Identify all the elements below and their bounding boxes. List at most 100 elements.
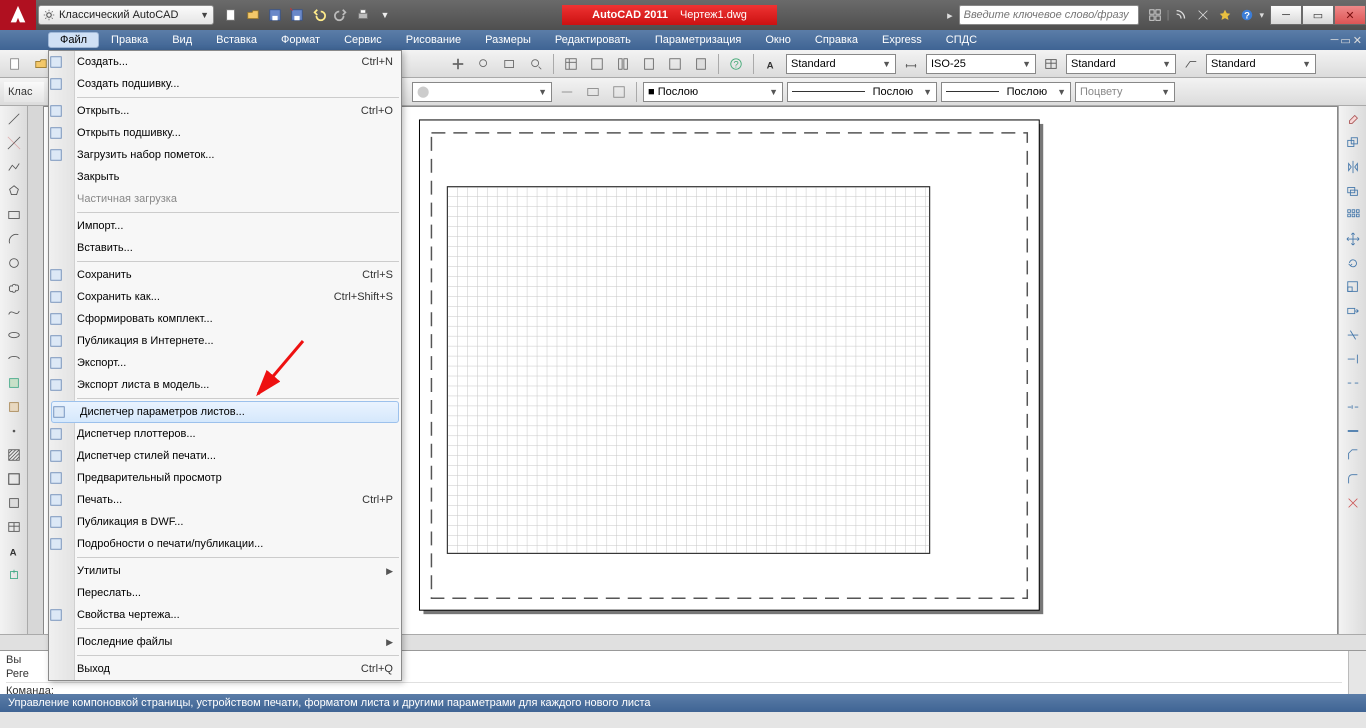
chamfer-tool[interactable] xyxy=(1342,444,1364,466)
file-menu-item[interactable]: ВыходCtrl+Q xyxy=(49,658,401,680)
addselected-tool[interactable] xyxy=(3,564,25,586)
palette-tabstrip[interactable] xyxy=(28,106,43,661)
doc-minimize-button[interactable]: ─ xyxy=(1331,34,1339,47)
rotate-tool[interactable] xyxy=(1342,252,1364,274)
pan-button[interactable] xyxy=(447,53,469,75)
revcloud-tool[interactable] xyxy=(3,276,25,298)
point-tool[interactable] xyxy=(3,420,25,442)
subscription-button[interactable] xyxy=(1171,5,1191,25)
file-menu-item[interactable]: Открыть...Ctrl+O xyxy=(49,100,401,122)
region-tool[interactable] xyxy=(3,492,25,514)
circle-tool[interactable] xyxy=(3,252,25,274)
layer-combo[interactable]: ⬤▼ xyxy=(412,82,552,102)
help-button-2[interactable]: ? xyxy=(725,53,747,75)
doc-close-button[interactable]: ✕ xyxy=(1353,34,1362,47)
menu-dimension[interactable]: Размеры xyxy=(473,32,543,48)
workspace-selector[interactable]: Классический AutoCAD ▼ xyxy=(38,5,214,25)
menu-help[interactable]: Справка xyxy=(803,32,870,48)
file-menu-item[interactable]: Экспорт... xyxy=(49,352,401,374)
file-menu-item[interactable]: Переслать... xyxy=(49,582,401,604)
minimize-button[interactable]: ─ xyxy=(1270,5,1302,25)
fillet-tool[interactable] xyxy=(1342,468,1364,490)
file-menu-item[interactable]: Сохранить как...Ctrl+Shift+S xyxy=(49,286,401,308)
menu-modify[interactable]: Редактировать xyxy=(543,32,643,48)
layer-iso-button[interactable] xyxy=(556,81,578,103)
exchange-button[interactable] xyxy=(1193,5,1213,25)
file-menu-item[interactable]: Создать...Ctrl+N xyxy=(49,51,401,73)
array-tool[interactable] xyxy=(1342,204,1364,226)
explode-tool[interactable] xyxy=(1342,492,1364,514)
menu-express[interactable]: Express xyxy=(870,32,934,48)
pline-tool[interactable] xyxy=(3,156,25,178)
menu-tools[interactable]: Сервис xyxy=(332,32,394,48)
menu-window[interactable]: Окно xyxy=(753,32,803,48)
gradient-tool[interactable] xyxy=(3,468,25,490)
cmd-scrollbar[interactable] xyxy=(1348,651,1366,694)
qat-new-button[interactable] xyxy=(220,4,242,26)
file-menu-item[interactable]: Последние файлы▶ xyxy=(49,631,401,653)
sheetset-button[interactable] xyxy=(638,53,660,75)
join-tool[interactable] xyxy=(1342,420,1364,442)
file-menu-item[interactable]: Экспорт листа в модель... xyxy=(49,374,401,396)
layer-prev-button[interactable] xyxy=(582,81,604,103)
arc-tool[interactable] xyxy=(3,228,25,250)
doc-restore-button[interactable]: ▭ xyxy=(1340,34,1350,47)
file-menu-item[interactable]: Вставить... xyxy=(49,237,401,259)
toolpalettes-button[interactable] xyxy=(612,53,634,75)
block-insert-tool[interactable] xyxy=(3,372,25,394)
block-make-tool[interactable] xyxy=(3,396,25,418)
qat-more-button[interactable]: ▼ xyxy=(374,4,396,26)
line-tool[interactable] xyxy=(3,108,25,130)
mleader-style-icon[interactable] xyxy=(1180,53,1202,75)
file-menu-item[interactable]: Сформировать комплект... xyxy=(49,308,401,330)
zoom-win-button[interactable] xyxy=(499,53,521,75)
new-button[interactable] xyxy=(4,53,26,75)
file-menu-item[interactable]: Утилиты▶ xyxy=(49,560,401,582)
table-style-combo[interactable]: Standard▼ xyxy=(1066,54,1176,74)
polygon-tool[interactable] xyxy=(3,180,25,202)
menu-edit[interactable]: Правка xyxy=(99,32,160,48)
help-button[interactable]: ? xyxy=(1237,5,1257,25)
dim-style-combo[interactable]: ISO-25▼ xyxy=(926,54,1036,74)
break2-tool[interactable] xyxy=(1342,396,1364,418)
app-menu-button[interactable] xyxy=(0,0,36,30)
file-menu-item[interactable]: Диспетчер плоттеров... xyxy=(49,423,401,445)
maximize-button[interactable]: ▭ xyxy=(1302,5,1334,25)
color-combo[interactable]: ■ Послою▼ xyxy=(643,82,783,102)
menu-view[interactable]: Вид xyxy=(160,32,204,48)
file-menu-item[interactable]: Свойства чертежа... xyxy=(49,604,401,626)
menu-format[interactable]: Формат xyxy=(269,32,332,48)
zoom-rt-button[interactable] xyxy=(473,53,495,75)
menu-insert[interactable]: Вставка xyxy=(204,32,269,48)
extend-tool[interactable] xyxy=(1342,348,1364,370)
xline-tool[interactable] xyxy=(3,132,25,154)
favorite-button[interactable] xyxy=(1215,5,1235,25)
menu-file[interactable]: Файл xyxy=(48,32,99,48)
text-style-icon[interactable]: A xyxy=(760,53,782,75)
table-tool[interactable] xyxy=(3,516,25,538)
file-menu-item[interactable]: Печать...Ctrl+P xyxy=(49,489,401,511)
text-style-combo[interactable]: Standard▼ xyxy=(786,54,896,74)
properties-button[interactable] xyxy=(560,53,582,75)
move-tool[interactable] xyxy=(1342,228,1364,250)
trim-tool[interactable] xyxy=(1342,324,1364,346)
ellipse-arc-tool[interactable] xyxy=(3,348,25,370)
file-menu-item[interactable]: Диспетчер параметров листов... xyxy=(51,401,399,423)
file-menu-item[interactable]: Закрыть xyxy=(49,166,401,188)
qat-open-button[interactable] xyxy=(242,4,264,26)
linetype-combo[interactable]: Послою▼ xyxy=(787,82,937,102)
scale-tool[interactable] xyxy=(1342,276,1364,298)
close-button[interactable]: ✕ xyxy=(1334,5,1366,25)
layer-tab[interactable]: Клас xyxy=(4,82,44,102)
file-menu-item[interactable]: Подробности о печати/публикации... xyxy=(49,533,401,555)
qat-redo-button[interactable] xyxy=(330,4,352,26)
zoom-prev-button[interactable] xyxy=(525,53,547,75)
search-button[interactable] xyxy=(1145,5,1165,25)
mleader-style-combo[interactable]: Standard▼ xyxy=(1206,54,1316,74)
erase-tool[interactable] xyxy=(1342,108,1364,130)
spline-tool[interactable] xyxy=(3,300,25,322)
file-menu-item[interactable]: Публикация в Интернете... xyxy=(49,330,401,352)
copy-tool[interactable] xyxy=(1342,132,1364,154)
rect-tool[interactable] xyxy=(3,204,25,226)
ellipse-tool[interactable] xyxy=(3,324,25,346)
